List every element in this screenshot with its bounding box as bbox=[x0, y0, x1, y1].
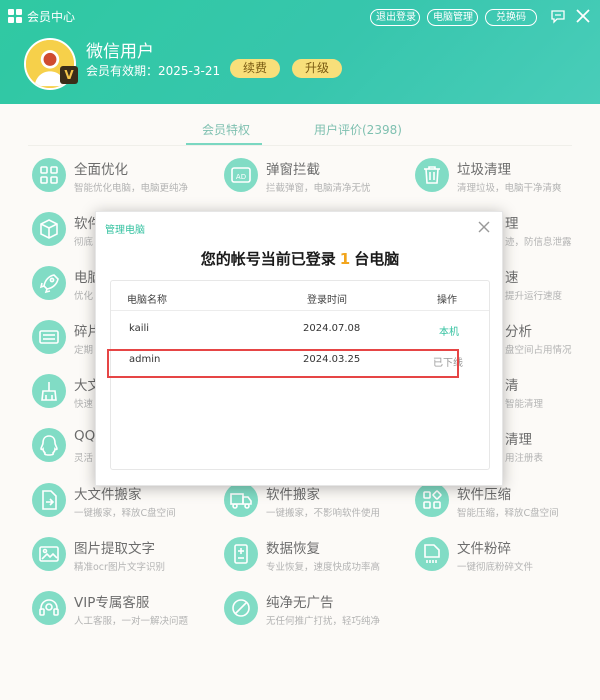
app-title: 会员中心 bbox=[27, 10, 76, 24]
feedback-icon[interactable] bbox=[550, 8, 566, 24]
close-window-icon[interactable] bbox=[575, 8, 591, 24]
user-name: 微信用户 bbox=[86, 42, 154, 62]
upgrade-button[interactable]: 升级 bbox=[292, 59, 342, 78]
pc-row: kaili 2024.07.08 本机 bbox=[111, 317, 489, 343]
pc-manage-button[interactable]: 电脑管理 bbox=[427, 9, 478, 26]
expiry-date: 2025-3-21 bbox=[158, 64, 221, 78]
expiry-label: 会员有效期： bbox=[86, 64, 159, 78]
pc-action-current: 本机 bbox=[439, 327, 459, 338]
membership-expiry: 会员有效期：2025-3-21 bbox=[86, 62, 220, 79]
col-pc-name: 电脑名称 bbox=[127, 295, 167, 306]
manage-pc-dialog: 管理电脑 您的帐号当前已登录 1 台电脑 电脑名称 登录时间 操作 kaili 20… bbox=[95, 211, 503, 486]
dialog-title: 管理电脑 bbox=[105, 225, 145, 236]
pc-list-header: 电脑名称 登录时间 操作 bbox=[111, 281, 489, 311]
heading-suffix: 台电脑 bbox=[354, 250, 400, 268]
dialog-close-icon[interactable] bbox=[477, 220, 491, 234]
renew-button[interactable]: 续费 bbox=[230, 59, 280, 78]
app-logo-icon bbox=[8, 9, 22, 23]
header-bar: 会员中心 退出登录 电脑管理 兑换码 V 微信用户 会员有效期：2025-3-2… bbox=[0, 0, 600, 104]
pc-login-time: 2024.07.08 bbox=[303, 323, 361, 334]
vip-badge: V bbox=[60, 66, 78, 84]
pc-name: kaili bbox=[129, 323, 150, 334]
heading-prefix: 您的帐号当前已登录 bbox=[200, 250, 336, 268]
highlight-box bbox=[107, 349, 459, 378]
login-count: 1 bbox=[339, 250, 351, 268]
dialog-heading: 您的帐号当前已登录 1 台电脑 bbox=[96, 248, 504, 269]
col-login-time: 登录时间 bbox=[307, 295, 347, 306]
col-action: 操作 bbox=[437, 295, 457, 306]
redeem-code-button[interactable]: 兑换码 bbox=[485, 9, 537, 26]
logout-button[interactable]: 退出登录 bbox=[370, 9, 420, 26]
